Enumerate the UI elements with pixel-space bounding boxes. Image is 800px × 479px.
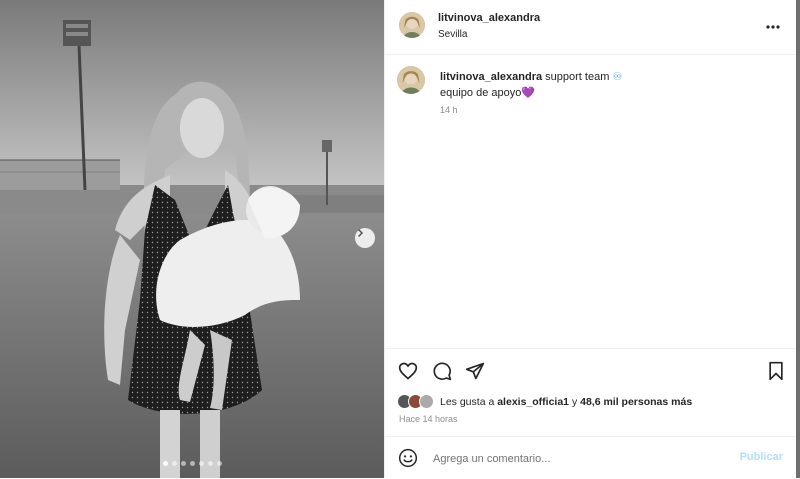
post-side-panel: litvinova_alexandra Sevilla litvinova_al… — [384, 0, 797, 478]
caption-timestamp[interactable]: 14 h — [440, 105, 458, 115]
photo-image — [0, 0, 384, 478]
send-icon — [465, 362, 485, 380]
carousel-dot — [216, 461, 222, 466]
infinity-emoji: ♾ — [612, 71, 623, 83]
caption-author-avatar[interactable] — [397, 66, 425, 94]
carousel-dot — [189, 461, 195, 466]
likes-summary: Les gusta a alexis_officia1 y 48,6 mil p… — [397, 394, 692, 409]
comment-icon — [433, 362, 452, 381]
author-avatar[interactable] — [399, 12, 425, 38]
avatar-image — [397, 66, 425, 94]
liker-avatar[interactable] — [419, 394, 434, 409]
carousel-dot — [207, 461, 213, 466]
more-options-button[interactable] — [765, 20, 781, 32]
page-edge — [796, 0, 800, 478]
caption-line-1: litvinova_alexandra support team ♾ — [440, 70, 622, 83]
share-button[interactable] — [465, 361, 485, 381]
post-location[interactable]: Sevilla — [438, 29, 467, 40]
likes-prefix: Les gusta a — [440, 395, 495, 408]
carousel-dot — [171, 461, 177, 466]
bookmark-icon — [769, 361, 783, 381]
carousel-dot — [198, 461, 204, 466]
likes-count-link[interactable]: 48,6 mil personas más — [580, 396, 692, 408]
liker-username[interactable]: alexis_officia1 — [497, 396, 569, 408]
purple-heart-emoji: 💜 — [521, 87, 536, 99]
post-actions: Les gusta a alexis_officia1 y 48,6 mil p… — [385, 348, 797, 437]
chevron-right-icon — [357, 228, 364, 238]
carousel-dot — [180, 461, 186, 466]
comment-button[interactable] — [432, 361, 452, 381]
post-timestamp[interactable]: Hace 14 horas — [399, 414, 458, 424]
comment-input[interactable] — [431, 449, 725, 469]
post-photo[interactable] — [0, 0, 384, 478]
likes-connector: y — [571, 395, 578, 408]
avatar-image — [399, 12, 425, 38]
author-username[interactable]: litvinova_alexandra — [438, 12, 540, 24]
save-button[interactable] — [766, 361, 786, 381]
smiley-icon — [398, 448, 418, 468]
carousel-indicator — [0, 461, 384, 466]
caption-line-2: equipo de apoyo💜 — [440, 86, 535, 99]
heart-icon — [398, 362, 418, 380]
like-button[interactable] — [398, 361, 418, 381]
caption-author-username[interactable]: litvinova_alexandra — [440, 71, 542, 83]
carousel-dot — [162, 461, 168, 466]
more-horizontal-icon — [766, 25, 780, 29]
post-header: litvinova_alexandra Sevilla — [385, 0, 797, 55]
likes-text: Les gusta a alexis_officia1 y 48,6 mil p… — [440, 396, 692, 408]
caption-text-1: support team — [545, 71, 610, 83]
caption-text-2: equipo de apoyo — [440, 87, 522, 99]
emoji-picker-button[interactable] — [398, 448, 418, 468]
publish-button[interactable]: Publicar — [740, 451, 783, 463]
comment-bar: Publicar — [385, 436, 797, 479]
carousel-next-button[interactable] — [355, 228, 375, 248]
